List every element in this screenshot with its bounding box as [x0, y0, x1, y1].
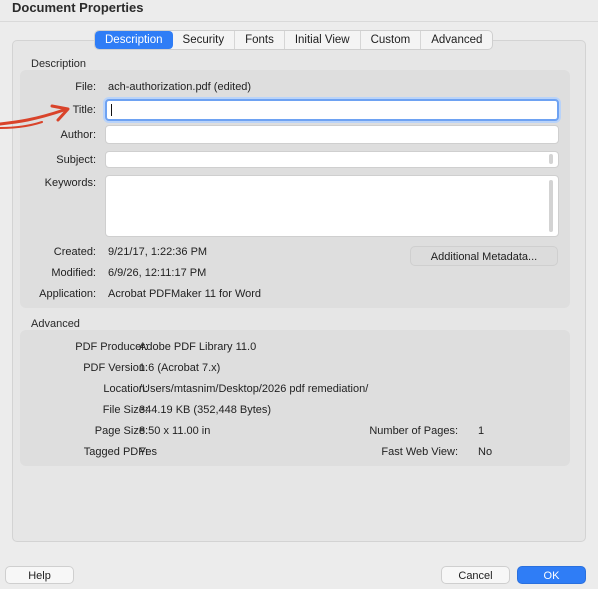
location-value: /Users/mtasnim/Desktop/2026 pdf remediat…: [139, 383, 369, 395]
location-label: Location:: [103, 383, 148, 395]
additional-metadata-button[interactable]: Additional Metadata...: [410, 246, 558, 266]
created-label: Created:: [53, 246, 96, 258]
number-of-pages-value: 1: [478, 425, 485, 437]
description-section-label: Description: [31, 58, 87, 70]
help-button[interactable]: Help: [5, 566, 74, 584]
tab-fonts[interactable]: Fonts: [235, 31, 285, 49]
keywords-label: Keywords:: [44, 177, 96, 189]
application-label: Application:: [39, 288, 96, 300]
window-title: Document Properties: [12, 0, 144, 15]
tab-custom[interactable]: Custom: [361, 31, 422, 49]
subject-input[interactable]: [105, 151, 559, 168]
pdf-version-value: 1.6 (Acrobat 7.x): [139, 362, 221, 374]
tab-bar: Description Security Fonts Initial View …: [94, 30, 494, 50]
text-caret: [111, 104, 112, 116]
fast-web-view-value: No: [478, 446, 493, 458]
author-input[interactable]: [105, 125, 559, 144]
title-input[interactable]: [105, 99, 559, 121]
red-arrow-icon: [0, 104, 70, 129]
subject-scrollbar[interactable]: [549, 154, 553, 164]
keywords-scrollbar[interactable]: [549, 180, 553, 232]
subject-label: Subject:: [56, 154, 96, 166]
modified-value: 6/9/26, 12:11:17 PM: [108, 267, 207, 279]
pdf-producer-value: Adobe PDF Library 11.0: [139, 341, 257, 353]
tab-security[interactable]: Security: [173, 31, 236, 49]
ok-button[interactable]: OK: [517, 566, 586, 584]
cancel-button[interactable]: Cancel: [441, 566, 510, 584]
file-size-label: File Size:: [102, 404, 148, 416]
advanced-section-label: Advanced: [31, 318, 80, 330]
application-value: Acrobat PDFMaker 11 for Word: [108, 288, 262, 300]
page-size-label: Page Size:: [94, 425, 148, 437]
keywords-textarea[interactable]: [105, 175, 559, 237]
file-label: File:: [75, 81, 96, 93]
file-value: ach-authorization.pdf (edited): [108, 81, 252, 93]
fast-web-view-label: Fast Web View:: [381, 446, 458, 458]
file-size-value: 344.19 KB (352,448 Bytes): [139, 404, 272, 416]
window-title-bar: Document Properties: [0, 0, 598, 22]
number-of-pages-label: Number of Pages:: [369, 425, 458, 437]
tab-advanced[interactable]: Advanced: [421, 31, 492, 49]
created-value: 9/21/17, 1:22:36 PM: [108, 246, 208, 258]
tagged-pdf-value: Yes: [139, 446, 157, 458]
pdf-producer-label: PDF Producer:: [75, 341, 148, 353]
modified-label: Modified:: [51, 267, 96, 279]
page-size-value: 8.50 x 11.00 in: [139, 425, 211, 437]
tab-initial-view[interactable]: Initial View: [285, 31, 361, 49]
tab-description[interactable]: Description: [95, 31, 173, 49]
tagged-pdf-label: Tagged PDF:: [83, 446, 148, 458]
pdf-version-label: PDF Version:: [83, 362, 148, 374]
